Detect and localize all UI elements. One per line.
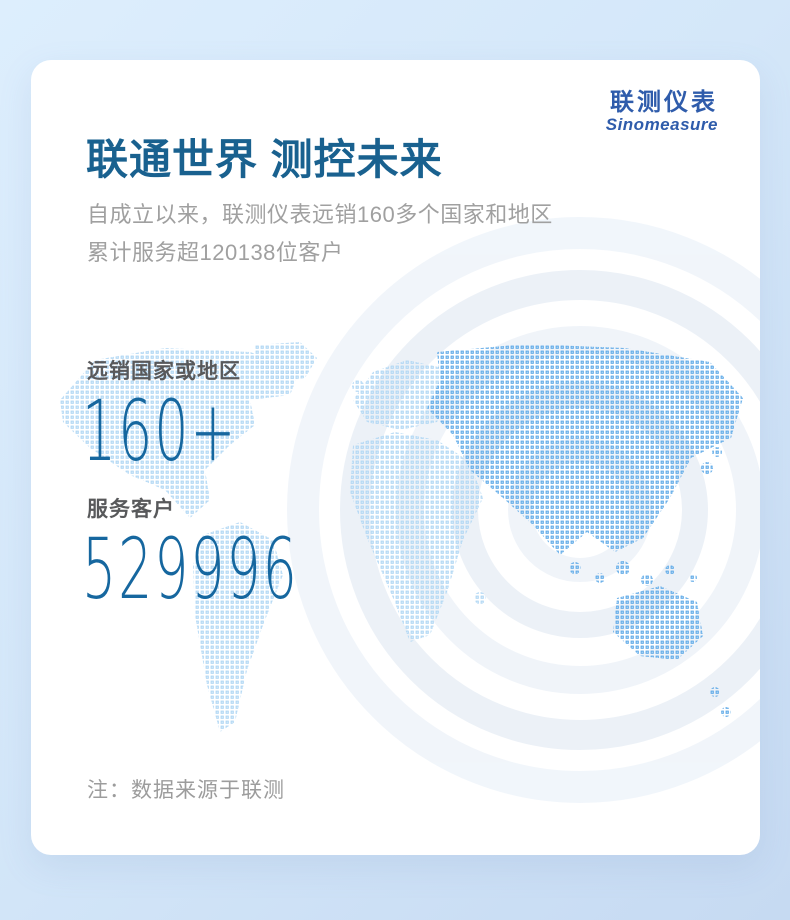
data-source-note: 注：数据来源于联测 — [87, 774, 285, 804]
stat-customers-value: 529996 — [82, 527, 299, 611]
logo-en-text: Sinomeasure — [606, 115, 718, 134]
stat-countries: 远销国家或地区 160+ — [87, 355, 325, 473]
subtitle-line-2: 累计服务超120138位客户 — [87, 234, 553, 272]
subtitle-line-1: 自成立以来，联测仪表远销160多个国家和地区 — [87, 196, 553, 234]
page-subtitle: 自成立以来，联测仪表远销160多个国家和地区 累计服务超120138位客户 — [87, 196, 553, 272]
stat-customers: 服务客户 529996 — [87, 493, 421, 611]
stat-customers-label: 服务客户 — [87, 493, 421, 523]
logo-cn-text: 联测仪表 — [606, 90, 718, 115]
stat-countries-label: 远销国家或地区 — [87, 355, 325, 385]
stat-countries-value: 160+ — [82, 389, 237, 473]
page: { "logo": { "name_cn": "联测仪表", "name_en"… — [0, 0, 790, 920]
stats-card: 联测仪表 Sinomeasure 联通世界 测控未来 自成立以来，联测仪表远销1… — [31, 60, 760, 855]
logo: 联测仪表 Sinomeasure — [606, 90, 718, 134]
page-title: 联通世界 测控未来 — [86, 126, 443, 187]
